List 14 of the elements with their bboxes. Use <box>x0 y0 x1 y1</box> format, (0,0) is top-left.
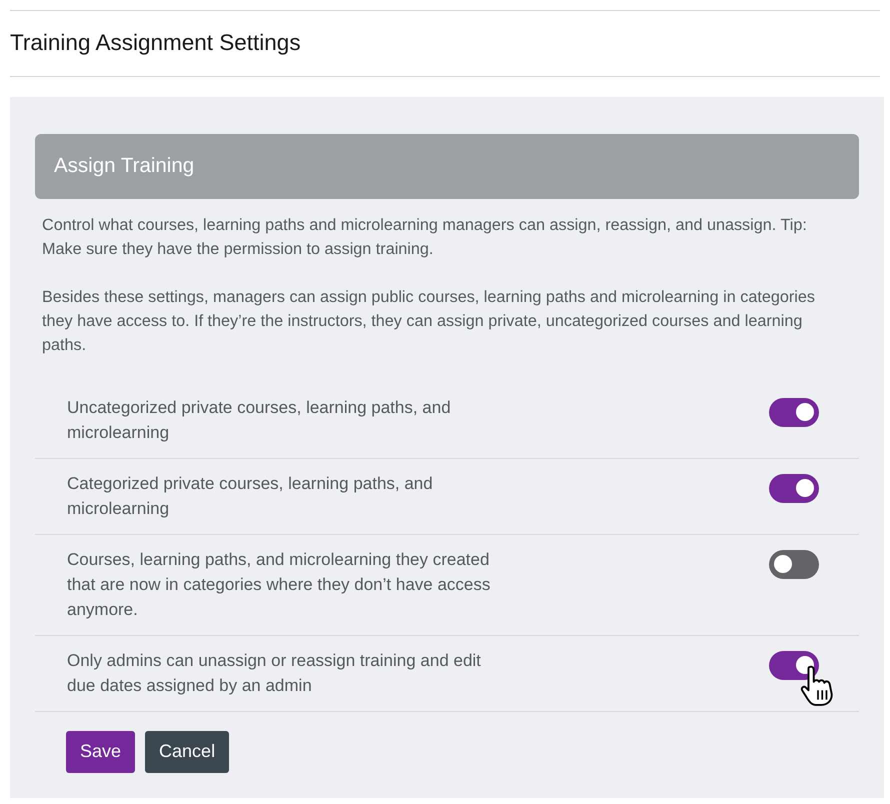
toggle-switch[interactable] <box>769 650 819 680</box>
description-text: Control what courses, learning paths and microlearning managers can assign, reassign, and unassign. Tip: Make sure they have the permission to assign training. <box>42 214 808 260</box>
page-title: Training Assignment Settings <box>10 30 301 56</box>
cancel-button[interactable]: Cancel <box>145 730 230 773</box>
toggle-switch[interactable] <box>769 550 819 579</box>
save-button[interactable]: Save <box>66 730 136 773</box>
toggle-switch[interactable] <box>769 474 819 503</box>
section-title: Assign Training <box>54 154 194 178</box>
description-text: Besides these settings, managers can assign public courses, learning paths and microlearning in categories they have access to. If they’re the instructors, they can assign private, uncategorized courses and learning paths. <box>42 286 816 356</box>
setting-label: Courses, learning paths, and microlearning they created that are now in categories where they don’t have access anymore. <box>67 548 492 621</box>
toggle-switch[interactable] <box>769 398 819 427</box>
setting-label: Only admins can unassign or reassign training and edit due dates assigned by an admin <box>67 650 482 697</box>
setting-label: Categorized private courses, learning paths, and microlearning <box>67 472 434 520</box>
setting-label: Uncategorized private courses, learning paths, and microlearning <box>67 396 452 444</box>
